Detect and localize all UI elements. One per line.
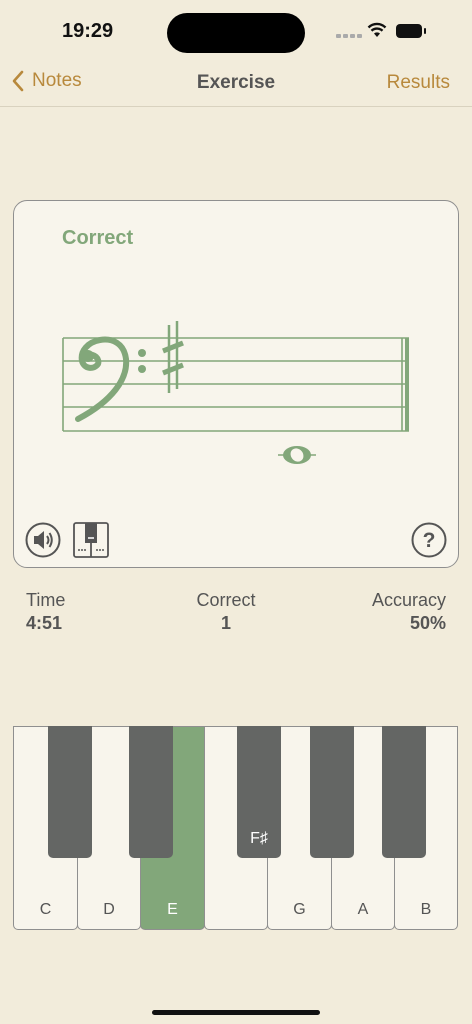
svg-text:?: ? [423, 529, 436, 552]
keyboard-toggle-button[interactable] [73, 522, 109, 558]
key-d-sharp[interactable] [129, 726, 173, 858]
key-a-sharp[interactable] [382, 726, 426, 858]
exercise-card: Correct ? [13, 200, 459, 568]
key-g-sharp[interactable] [310, 726, 354, 858]
results-button[interactable]: Results [387, 72, 450, 94]
accuracy-stat: Accuracy 50% [372, 590, 446, 634]
cellular-signal-icon [336, 34, 362, 38]
key-label: A [357, 901, 369, 918]
key-label: B [420, 901, 432, 918]
accuracy-value: 50% [409, 613, 446, 633]
key-label: F♯ [250, 830, 268, 847]
key-f-sharp[interactable]: F♯ [237, 726, 281, 858]
time-value: 4:51 [26, 613, 63, 633]
key-c-sharp[interactable] [48, 726, 92, 858]
help-button[interactable]: ? [411, 522, 447, 558]
wifi-icon [367, 22, 387, 37]
key-label: D [103, 901, 115, 918]
dynamic-island [167, 13, 305, 53]
key-label: E [167, 901, 178, 918]
time-label: Time [26, 590, 66, 610]
sharp-key-signature-icon [162, 321, 184, 393]
correct-stat: Correct 1 [176, 590, 276, 634]
speaker-button[interactable] [25, 522, 61, 558]
music-staff [62, 321, 409, 464]
correct-value: 1 [220, 613, 231, 633]
piano-keyboard: C D E G A B F♯ [13, 726, 458, 932]
status-time: 19:29 [62, 20, 114, 42]
navigation-bar: Notes Exercise Results [0, 60, 472, 107]
home-indicator [152, 1010, 320, 1015]
key-label: G [293, 901, 306, 918]
whole-note-icon [278, 446, 316, 464]
correct-label: Correct [196, 590, 256, 610]
key-label: C [39, 901, 52, 918]
time-stat: Time 4:51 [26, 590, 65, 634]
battery-icon [396, 24, 426, 38]
accuracy-label: Accuracy [371, 590, 446, 610]
